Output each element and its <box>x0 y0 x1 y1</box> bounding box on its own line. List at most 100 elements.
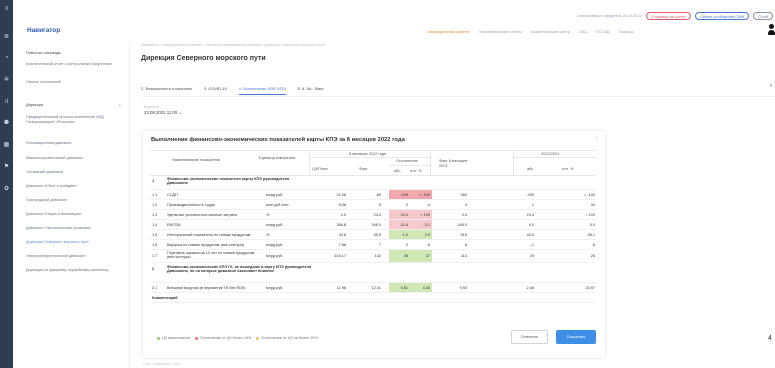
row-prev: 360 <box>460 193 467 197</box>
sidebar-item-science-division[interactable]: Дивизион «Наука и инновации» <box>26 212 126 217</box>
menu-icon[interactable]: ≡ <box>3 6 10 13</box>
row-plan: 5.08 <box>338 203 346 207</box>
card-title: Выполнение финансово-экономических показ… <box>151 137 405 143</box>
tab-fep-kpe[interactable]: 4. Выполнение ФЭП КПЭ <box>238 86 286 95</box>
legend-dot-green <box>157 336 160 340</box>
side-number: 4 <box>768 335 772 342</box>
row-plan: 7.88 <box>338 243 346 247</box>
tab-covid[interactable]: 3. COVID-19 <box>204 86 227 95</box>
sidebar-item-fuel-division[interactable]: Топливный дивизион <box>26 170 126 175</box>
nav-item-okc[interactable]: ОКЦ <box>579 29 587 34</box>
sidebar-item-machinery-division[interactable]: Машиностроительный дивизион <box>26 156 126 161</box>
pie-chart-icon[interactable]: ◔ <box>3 55 10 62</box>
row-plan: 11.98 <box>336 286 346 290</box>
col-header-abs2: абс. <box>527 166 535 171</box>
avatar[interactable] <box>768 24 775 38</box>
tab-fact[interactable]: 5. 6. 6А - Факт <box>298 86 324 95</box>
pill-messages[interactable]: Сооб <box>753 11 773 20</box>
nav-item-analytics-center[interactable]: Аналитический центр <box>531 29 570 34</box>
legend-item: Отклонение от ЦЗ более 10% <box>195 336 251 340</box>
flag-icon[interactable]: ⚑ <box>3 164 10 171</box>
legend-dot-yellow <box>256 336 260 340</box>
row-unit: млн руб./чел <box>266 203 289 207</box>
nav-item-essed[interactable]: ЕССЭД <box>596 29 609 34</box>
more-vertical-icon[interactable]: ⋮ <box>594 136 599 142</box>
app-title[interactable]: Навигатор <box>27 27 60 34</box>
row-abs2: -430 <box>526 193 534 197</box>
table-row: 1.1 ССДП млрд руб. 21.08 -89 -109 < -100… <box>150 190 596 200</box>
row-abs: 0 <box>405 243 408 247</box>
row-pct: > 100 <box>420 213 430 217</box>
row-abs2: 23.4 <box>526 213 534 217</box>
chevron-right-icon[interactable]: › <box>119 103 121 109</box>
date-select[interactable]: 23.08.2022 11:00 ⌄ <box>144 110 182 116</box>
row-name: Выручка по новым продуктам (вне контура) <box>167 243 245 247</box>
legend-label: Отклонение от ЦЗ не более 10% <box>261 336 318 340</box>
legend-label: ЦЗ выполняется <box>162 336 191 340</box>
sidebar-item-analytic-report[interactable]: Аналитический отчет о контрольных поруче… <box>26 62 126 67</box>
col-header-pct2: отн. % <box>562 166 574 171</box>
settings-icon[interactable]: ✿ <box>3 186 10 193</box>
col-header-period: 8 месяцев 2022 года <box>349 151 387 156</box>
header-divider <box>513 150 514 175</box>
sidebar-item-nuclear-weapons[interactable]: Дирекция по ядерному оружейному комплекс… <box>26 268 126 273</box>
cog-icon[interactable]: ✲ <box>3 77 10 84</box>
row-name: EBITDA <box>167 223 181 227</box>
sidebar-item-ecology-division[interactable]: Дивизион «Экологические решения» <box>26 226 126 231</box>
row-name: Внешняя выручка (в периметре ГК без ЯОК) <box>167 286 246 290</box>
row-unit: % <box>266 213 270 217</box>
row-plan: 356.8 <box>336 223 346 227</box>
dashboard-icon[interactable]: ▦ <box>3 142 10 149</box>
sidebar-item-power-division[interactable]: Электроэнергетический дивизион <box>26 254 126 259</box>
nav-item-management-reports[interactable]: Управленческие отчеты <box>479 29 522 34</box>
save-button[interactable]: Сохранить <box>556 330 596 344</box>
status-line: Оперативные сведения 18.10.2022 Отправка… <box>577 11 773 20</box>
row-pct2: -6 <box>591 243 595 247</box>
cancel-button[interactable]: Отменить <box>511 330 548 344</box>
chart-icon[interactable]: ıl <box>3 99 10 106</box>
tab-safety-quality[interactable]: 2. Безопасность и качество <box>141 86 192 95</box>
pill-success-send[interactable]: Отправка на успех <box>645 11 691 20</box>
row-name: ССДП <box>167 193 178 197</box>
comments-label: Комментарий <box>152 296 178 300</box>
row-prev: 4 <box>464 203 467 207</box>
nav-item-operational-committee[interactable]: Операционный комитет <box>427 29 470 34</box>
chevron-right-icon[interactable]: › <box>770 83 772 89</box>
date-value: 23.08.2022 11:00 <box>144 110 178 115</box>
row-index: 2 <box>152 267 155 271</box>
row-fact: 12.41 <box>371 286 381 290</box>
pill-media-messages[interactable]: Обмен сообщений СМИ <box>694 11 750 20</box>
top-nav: Операционный комитет Управленческие отче… <box>427 29 634 34</box>
sidebar-item-mining-division[interactable]: Горнорудный дивизион <box>26 198 126 203</box>
sidebar-item-northern-sea-route[interactable]: Дирекция Северного морского пути <box>26 240 126 245</box>
legend-dot-red <box>195 336 199 340</box>
row-pct2: 0.0 <box>589 223 595 227</box>
sidebar-item-sales-division[interactable]: Дивизион «Сбыт и трейдинг» <box>26 184 126 189</box>
sidebar-item-directorates[interactable]: Дирекции <box>26 103 126 108</box>
col-header-deviation: Отклонение <box>396 158 418 163</box>
footer-text: ОКЦ «Навигатор» 2022 <box>143 362 181 366</box>
header-sub-line <box>389 165 430 166</box>
table-row: 1.7 Портфель заказов на 10 лет по новым … <box>150 250 596 263</box>
people-icon[interactable]: ⚉ <box>3 120 10 127</box>
sidebar-item-forecast[interactable]: Предварительный прогноз исполнения ОЛД Г… <box>26 115 126 125</box>
row-plan: 104.17 <box>334 254 346 258</box>
sidebar-item-agenda[interactable]: Повестка операнды <box>26 51 126 56</box>
nav-item-help[interactable]: Помощь <box>619 29 634 34</box>
legend-item: Отклонение от ЦЗ не более 10% <box>256 336 318 340</box>
row-pct2: < -100 <box>584 193 595 197</box>
row-abs2: -1 <box>530 243 534 247</box>
breadcrumb[interactable]: Навигатор / Операционный комитет / Основ… <box>141 43 325 47</box>
list-icon[interactable]: ≣ <box>3 34 10 41</box>
row-plan: 0.0 <box>340 213 346 217</box>
row-abs: 0 <box>405 203 408 207</box>
sidebar-item-innovation-division[interactable]: Инновационная дивизион <box>26 141 126 146</box>
sidebar-item-deviations[interactable]: Панель отклонений <box>26 80 126 85</box>
row-index: 1.7 <box>152 254 158 258</box>
row-fact: 35.5 <box>373 233 381 237</box>
comments-row[interactable]: Комментарий <box>150 293 596 303</box>
row-abs: 38 <box>403 254 408 258</box>
row-pct2: 26 <box>590 254 595 258</box>
row-pct: -4 <box>426 203 430 207</box>
row-unit: % <box>266 233 270 237</box>
